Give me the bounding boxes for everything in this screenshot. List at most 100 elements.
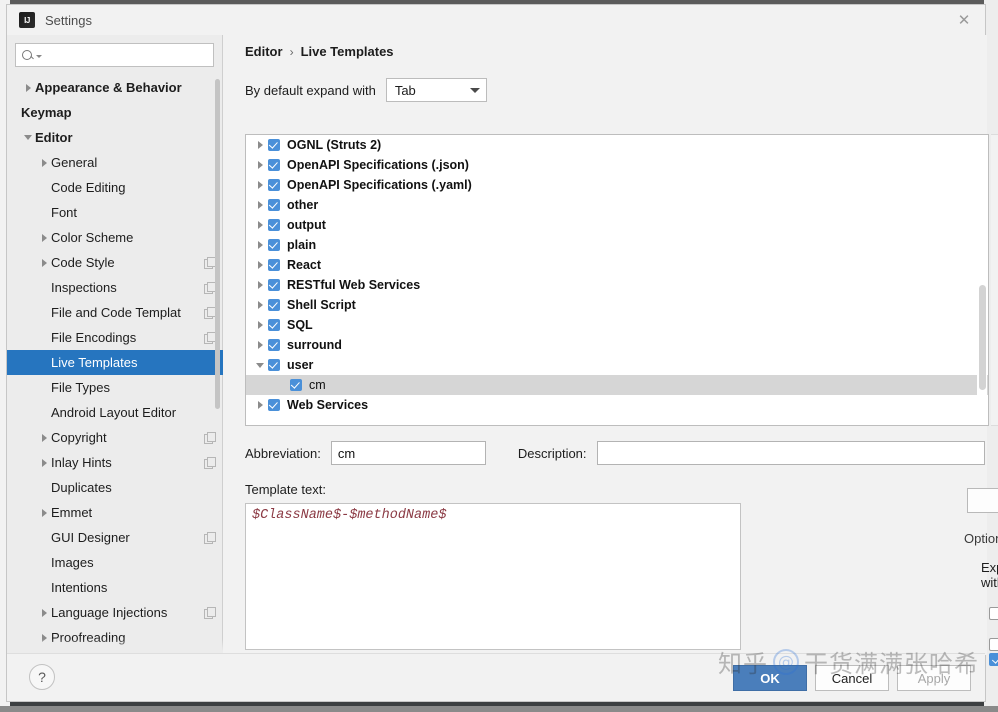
template-list-row[interactable]: other <box>246 195 988 215</box>
abbreviation-input[interactable] <box>330 441 486 465</box>
template-list-row[interactable]: RESTful Web Services <box>246 275 988 295</box>
sidebar-item-android-layout-editor[interactable]: Android Layout Editor <box>7 400 223 425</box>
sidebar-item-label: Editor <box>35 130 73 145</box>
template-list-row[interactable]: OpenAPI Specifications (.yaml) <box>246 175 988 195</box>
template-list-row[interactable]: Shell Script <box>246 295 988 315</box>
sidebar-item-file-and-code-templat[interactable]: File and Code Templat <box>7 300 223 325</box>
chevron-right-icon[interactable] <box>252 321 268 329</box>
chevron-right-icon[interactable] <box>37 508 51 517</box>
sidebar-item-copyright[interactable]: Copyright <box>7 425 223 450</box>
sidebar-item-code-editing[interactable]: Code Editing <box>7 175 223 200</box>
template-group-label: Web Services <box>287 398 369 412</box>
sidebar-item-inspections[interactable]: Inspections <box>7 275 223 300</box>
default-expand-select[interactable]: Tab <box>385 78 487 102</box>
chevron-right-icon[interactable] <box>252 221 268 229</box>
template-list-row[interactable]: output <box>246 215 988 235</box>
template-list-row[interactable]: surround <box>246 335 988 355</box>
sidebar-item-editor[interactable]: Editor <box>7 125 223 150</box>
close-icon[interactable]: ✕ <box>951 9 977 31</box>
checkbox-checked-icon[interactable] <box>268 359 280 371</box>
template-list-frame: OGNL (Struts 2) OpenAPI Specifications (.… <box>245 134 989 426</box>
revert-template-button[interactable]: ↶ <box>994 231 998 251</box>
checkbox-checked-icon[interactable] <box>268 339 280 351</box>
checkbox-checked-icon[interactable] <box>268 299 280 311</box>
sidebar-item-live-templates[interactable]: Live Templates <box>7 350 223 375</box>
sidebar-item-gui-designer[interactable]: GUI Designer <box>7 525 223 550</box>
chevron-right-icon[interactable] <box>37 158 51 167</box>
template-list-row[interactable]: SQL <box>246 315 988 335</box>
checkbox-checked-icon[interactable] <box>268 399 280 411</box>
sidebar-item-label: Appearance & Behavior <box>35 80 182 95</box>
template-list-row[interactable]: plain <box>246 235 988 255</box>
template-list-row[interactable]: React <box>246 255 988 275</box>
checkbox-checked-icon[interactable] <box>290 379 302 391</box>
sidebar-item-inlay-hints[interactable]: Inlay Hints <box>7 450 223 475</box>
triangle-icon <box>257 261 263 269</box>
copy-template-button[interactable] <box>994 202 998 222</box>
chevron-right-icon[interactable] <box>21 83 35 92</box>
sidebar-item-color-scheme[interactable]: Color Scheme <box>7 225 223 250</box>
template-list-row[interactable]: user <box>246 355 988 375</box>
chevron-right-icon[interactable] <box>37 233 51 242</box>
chevron-right-icon[interactable] <box>252 341 268 349</box>
sidebar-item-code-style[interactable]: Code Style <box>7 250 223 275</box>
sidebar-item-general[interactable]: General <box>7 150 223 175</box>
sidebar-item-file-encodings[interactable]: File Encodings <box>7 325 223 350</box>
template-list-scrollbar[interactable] <box>979 285 986 390</box>
sidebar-item-images[interactable]: Images <box>7 550 223 575</box>
sidebar-item-font[interactable]: Font <box>7 200 223 225</box>
chevron-down-icon[interactable] <box>21 135 35 140</box>
checkbox-checked-icon[interactable] <box>268 199 280 211</box>
description-input[interactable] <box>596 441 985 465</box>
cancel-button[interactable]: Cancel <box>815 665 889 691</box>
sidebar-item-file-types[interactable]: File Types <box>7 375 223 400</box>
checkbox-checked-icon[interactable] <box>268 159 280 171</box>
template-text-editor[interactable]: $ClassName$-$methodName$ <box>245 503 741 650</box>
sidebar-item-duplicates[interactable]: Duplicates <box>7 475 223 500</box>
chevron-right-icon[interactable] <box>37 258 51 267</box>
checkbox-checked-icon[interactable] <box>268 239 280 251</box>
chevron-right-icon[interactable] <box>252 141 268 149</box>
breadcrumb-parent[interactable]: Editor <box>245 44 283 59</box>
triangle-icon <box>257 341 263 349</box>
sidebar-item-emmet[interactable]: Emmet <box>7 500 223 525</box>
checkbox-checked-icon[interactable] <box>268 139 280 151</box>
sidebar-item-keymap[interactable]: Keymap <box>7 100 223 125</box>
chevron-right-icon[interactable] <box>252 201 268 209</box>
checkbox-checked-icon[interactable] <box>268 259 280 271</box>
template-list-row[interactable]: Web Services <box>246 395 988 415</box>
template-list-row[interactable]: cm <box>246 375 988 395</box>
chevron-down-icon[interactable] <box>252 362 268 368</box>
search-box[interactable] <box>15 43 214 67</box>
search-input[interactable] <box>42 47 213 63</box>
checkbox-checked-icon[interactable] <box>268 219 280 231</box>
chevron-right-icon[interactable] <box>252 261 268 269</box>
chevron-right-icon[interactable] <box>252 241 268 249</box>
ok-button[interactable]: OK <box>733 665 807 691</box>
triangle-icon <box>24 135 32 140</box>
chevron-right-icon[interactable] <box>37 608 51 617</box>
copy-settings-icon <box>204 532 216 544</box>
dialog-title: Settings <box>45 12 92 28</box>
template-list-row[interactable]: OGNL (Struts 2) <box>246 135 988 155</box>
sidebar-item-intentions[interactable]: Intentions <box>7 575 223 600</box>
help-button[interactable]: ? <box>29 664 55 690</box>
chevron-right-icon[interactable] <box>252 181 268 189</box>
checkbox-checked-icon[interactable] <box>268 179 280 191</box>
chevron-right-icon[interactable] <box>252 301 268 309</box>
checkbox-checked-icon[interactable] <box>268 279 280 291</box>
remove-template-button[interactable] <box>994 173 998 193</box>
checkbox-checked-icon[interactable] <box>268 319 280 331</box>
template-list-row[interactable]: OpenAPI Specifications (.json) <box>246 155 988 175</box>
sidebar-item-appearance-behavior[interactable]: Appearance & Behavior <box>7 75 223 100</box>
add-template-button[interactable] <box>994 144 998 164</box>
chevron-right-icon[interactable] <box>37 458 51 467</box>
chevron-right-icon[interactable] <box>252 401 268 409</box>
chevron-right-icon[interactable] <box>252 281 268 289</box>
option-shorten-fq-checkbox[interactable]: Shorten FQ names <box>989 637 998 682</box>
chevron-right-icon[interactable] <box>252 161 268 169</box>
edit-variables-button[interactable]: Edit variables <box>967 488 998 513</box>
sidebar-scrollbar[interactable] <box>215 79 220 409</box>
sidebar-item-language-injections[interactable]: Language Injections <box>7 600 223 625</box>
chevron-right-icon[interactable] <box>37 433 51 442</box>
